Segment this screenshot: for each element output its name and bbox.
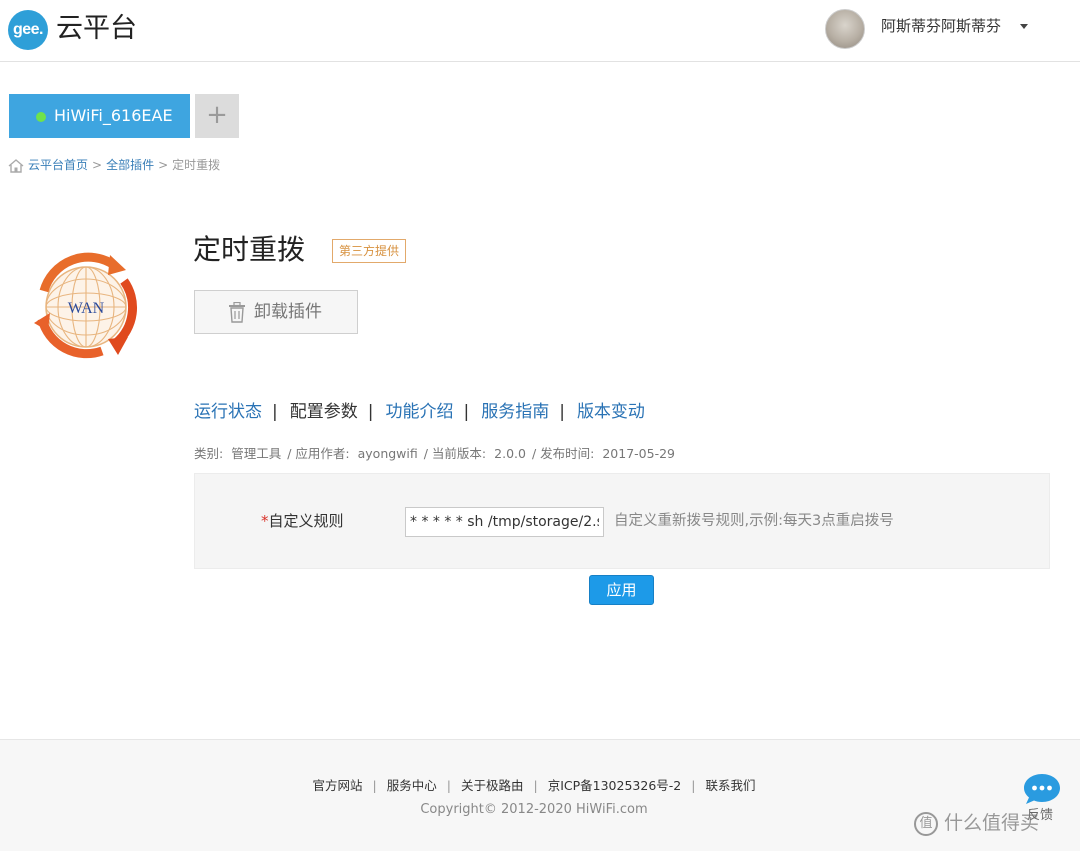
uninstall-label: 卸载插件 (254, 302, 322, 322)
watermark: 值什么值得买 (914, 810, 1039, 836)
apply-button[interactable]: 应用 (589, 575, 654, 605)
watermark-logo-icon: 值 (914, 811, 938, 836)
footer-separator: | (691, 778, 696, 793)
tab-config[interactable]: 配置参数 (290, 402, 358, 422)
plugin-meta: 类别: 管理工具 / 应用作者: ayongwifi / 当前版本: 2.0.0 / … (194, 445, 677, 463)
breadcrumb-separator: > (92, 158, 103, 172)
rule-field-label: *自定义规则 (261, 510, 344, 532)
user-avatar[interactable] (825, 9, 865, 49)
trash-icon (229, 302, 245, 323)
third-party-badge: 第三方提供 (332, 239, 407, 263)
breadcrumb-plugins-link[interactable]: 全部插件 (106, 158, 154, 172)
rule-hint: 自定义重新拨号规则,示例:每天3点重启拨号 (614, 513, 894, 529)
meta-version-key: / 当前版本: (423, 446, 487, 461)
footer-link-icp[interactable]: 京ICP备13025326号-2 (548, 778, 682, 793)
plugin-nav: 运行状态 | 配置参数 | 功能介绍 | 服务指南 | 版本变动 (194, 400, 645, 424)
footer-link-about[interactable]: 关于极路由 (461, 778, 524, 793)
meta-version-value: 2.0.0 (494, 446, 526, 461)
tab-intro[interactable]: 功能介绍 (385, 402, 453, 422)
meta-date-value: 2017-05-29 (602, 446, 676, 461)
meta-category-key: 类别: (194, 446, 224, 461)
online-status-icon (36, 112, 46, 122)
meta-author-value: ayongwifi (357, 446, 418, 461)
wan-text: WAN (68, 300, 105, 317)
breadcrumb-current: 定时重拨 (172, 158, 221, 172)
nav-separator: | (367, 402, 374, 422)
nav-separator: | (463, 402, 470, 422)
app-title[interactable]: 云平台 (56, 12, 137, 46)
watermark-text: 什么值得买 (944, 812, 1040, 834)
required-mark: * (261, 512, 269, 530)
tab-status[interactable]: 运行状态 (194, 402, 262, 422)
footer-links: 官方网站 | 服务中心 | 关于极路由 | 京ICP备13025326号-2 | 联系我们 (0, 777, 1068, 795)
add-device-button[interactable]: + (195, 94, 239, 138)
tab-guide[interactable]: 服务指南 (481, 402, 549, 422)
home-icon (8, 158, 24, 173)
footer-link-service-center[interactable]: 服务中心 (387, 778, 437, 793)
device-tab-label: HiWiFi_616EAE (54, 106, 173, 125)
footer-separator: | (446, 778, 451, 793)
chat-bubble-icon[interactable] (1022, 772, 1062, 806)
device-tab-hiwifi[interactable]: HiWiFi_616EAE (9, 94, 190, 138)
footer-link-contact[interactable]: 联系我们 (705, 778, 755, 793)
uninstall-plugin-button[interactable]: 卸载插件 (194, 290, 358, 334)
breadcrumb-separator: > (158, 158, 169, 172)
gee-logo-icon[interactable]: gee. (8, 10, 48, 50)
footer-link-official-site[interactable]: 官方网站 (313, 778, 363, 793)
config-panel: *自定义规则 自定义重新拨号规则,示例:每天3点重启拨号 (194, 473, 1050, 569)
meta-author-key: / 应用作者: (287, 446, 350, 461)
plugin-title: 定时重拨 (193, 233, 306, 266)
nav-separator: | (559, 402, 565, 422)
meta-category-value: 管理工具 (231, 446, 282, 461)
tab-changelog[interactable]: 版本变动 (577, 402, 645, 422)
chevron-down-icon[interactable] (1020, 24, 1028, 29)
wan-redial-icon: WAN (34, 252, 137, 359)
breadcrumb: 云平台首页 > 全部插件 > 定时重拨 (8, 155, 220, 175)
footer-separator: | (533, 778, 538, 793)
breadcrumb-home-link[interactable]: 云平台首页 (28, 158, 88, 172)
copyright: Copyright© 2012-2020 HiWiFi.com (420, 802, 648, 817)
footer-separator: | (372, 778, 377, 793)
rule-label-text: 自定义规则 (268, 512, 344, 530)
custom-rule-input[interactable] (405, 507, 604, 537)
nav-separator: | (272, 402, 278, 422)
meta-date-key: / 发布时间: (531, 446, 595, 461)
user-name[interactable]: 阿斯蒂芬阿斯蒂芬 (881, 16, 1001, 36)
top-bar: gee. 云平台 阿斯蒂芬阿斯蒂芬 (0, 0, 1080, 62)
